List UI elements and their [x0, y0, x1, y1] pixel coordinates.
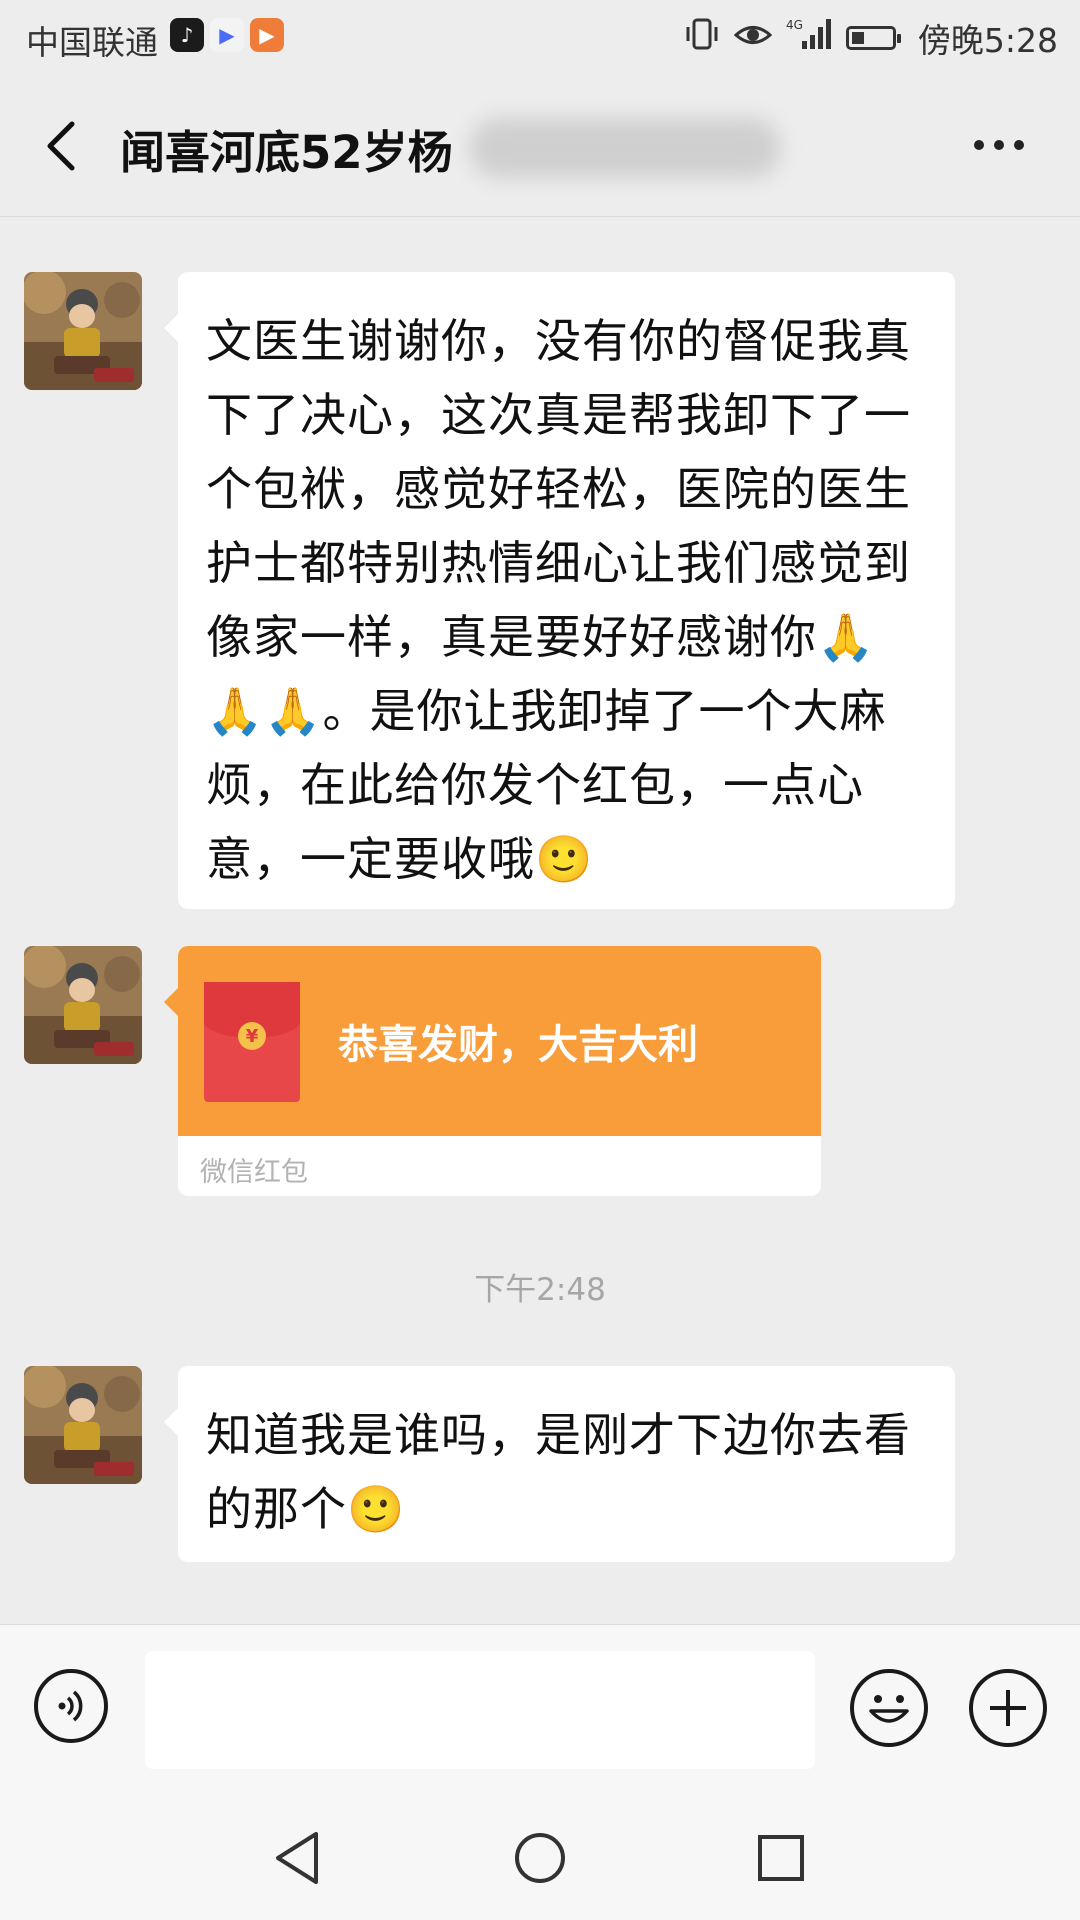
- red-packet-card[interactable]: ¥ 恭喜发财，大吉大利 微信红包: [178, 946, 821, 1196]
- nav-recents-button[interactable]: [755, 1830, 807, 1890]
- tiktok-icon: ♪: [170, 18, 204, 52]
- message-text: 文医生谢谢你，没有你的督促我真下了决心，这次真是帮我卸下了一个包袱，感觉好轻松，…: [206, 314, 911, 886]
- message-input[interactable]: [145, 1651, 815, 1769]
- header-divider: [0, 216, 1080, 217]
- avatar-photo: [24, 946, 142, 1064]
- svg-text:4G: 4G: [786, 18, 803, 32]
- voice-button[interactable]: [34, 1669, 108, 1743]
- status-indicators: 4G 傍晚5:28: [684, 14, 1058, 62]
- avatar-photo: [24, 272, 142, 390]
- vibrate-icon: [684, 17, 720, 59]
- more-functions-button[interactable]: [969, 1669, 1047, 1747]
- red-envelope-icon: ¥: [204, 982, 300, 1102]
- more-dot-icon: [1014, 140, 1024, 150]
- square-recents-icon: [758, 1835, 804, 1881]
- plus-icon: [990, 1690, 1026, 1726]
- redacted-name-blur: [470, 118, 780, 178]
- more-dot-icon: [994, 140, 1004, 150]
- emoji-button[interactable]: [850, 1669, 928, 1747]
- signal-icon: 4G: [786, 17, 832, 59]
- red-packet-label: 微信红包: [200, 1157, 308, 1188]
- more-options-button[interactable]: [974, 140, 1024, 150]
- chat-title: 闻喜河底52岁杨: [120, 126, 453, 179]
- clock: 傍晚5:28: [917, 21, 1058, 60]
- avatar[interactable]: [24, 946, 142, 1064]
- status-bar: 中国联通 ♪ ▶ ▶ 4G 傍晚5:28: [0, 0, 1080, 76]
- message-bubble[interactable]: 文医生谢谢你，没有你的督促我真下了决心，这次真是帮我卸下了一个包袱，感觉好轻松，…: [164, 272, 955, 909]
- notification-icons: ♪ ▶ ▶: [170, 18, 284, 52]
- circle-home-icon: [515, 1833, 565, 1883]
- avatar[interactable]: [24, 1366, 142, 1484]
- nav-home-button[interactable]: [512, 1830, 568, 1890]
- eye-comfort-icon: [733, 19, 773, 58]
- system-nav-bar: [0, 1786, 1080, 1920]
- triangle-back-icon: [276, 1832, 318, 1884]
- voice-icon: [58, 1690, 83, 1722]
- avatar-photo: [24, 1366, 142, 1484]
- back-button[interactable]: [40, 116, 90, 176]
- smiley-icon: [869, 1695, 909, 1723]
- message-timestamp: 下午2:48: [474, 1272, 606, 1308]
- red-packet-body: ¥ 恭喜发财，大吉大利: [178, 946, 821, 1136]
- message-bubble[interactable]: 知道我是谁吗，是刚才下边你去看的那个🙂: [164, 1366, 955, 1562]
- chevron-left-icon: [47, 121, 75, 171]
- more-dot-icon: [974, 140, 984, 150]
- message-text: 知道我是谁吗，是刚才下边你去看的那个🙂: [206, 1408, 911, 1536]
- chat-header: 闻喜河底52岁杨: [0, 76, 1080, 216]
- packet-pointer: [164, 988, 178, 1016]
- play-app-icon: ▶: [250, 18, 284, 52]
- nav-back-button[interactable]: [272, 1830, 324, 1890]
- red-packet-greeting: 恭喜发财，大吉大利: [338, 1022, 698, 1068]
- carrier-label: 中国联通: [26, 23, 158, 62]
- avatar[interactable]: [24, 272, 142, 390]
- battery-icon: [845, 26, 901, 50]
- input-bar: [0, 1624, 1080, 1787]
- video-app-icon: ▶: [210, 18, 244, 52]
